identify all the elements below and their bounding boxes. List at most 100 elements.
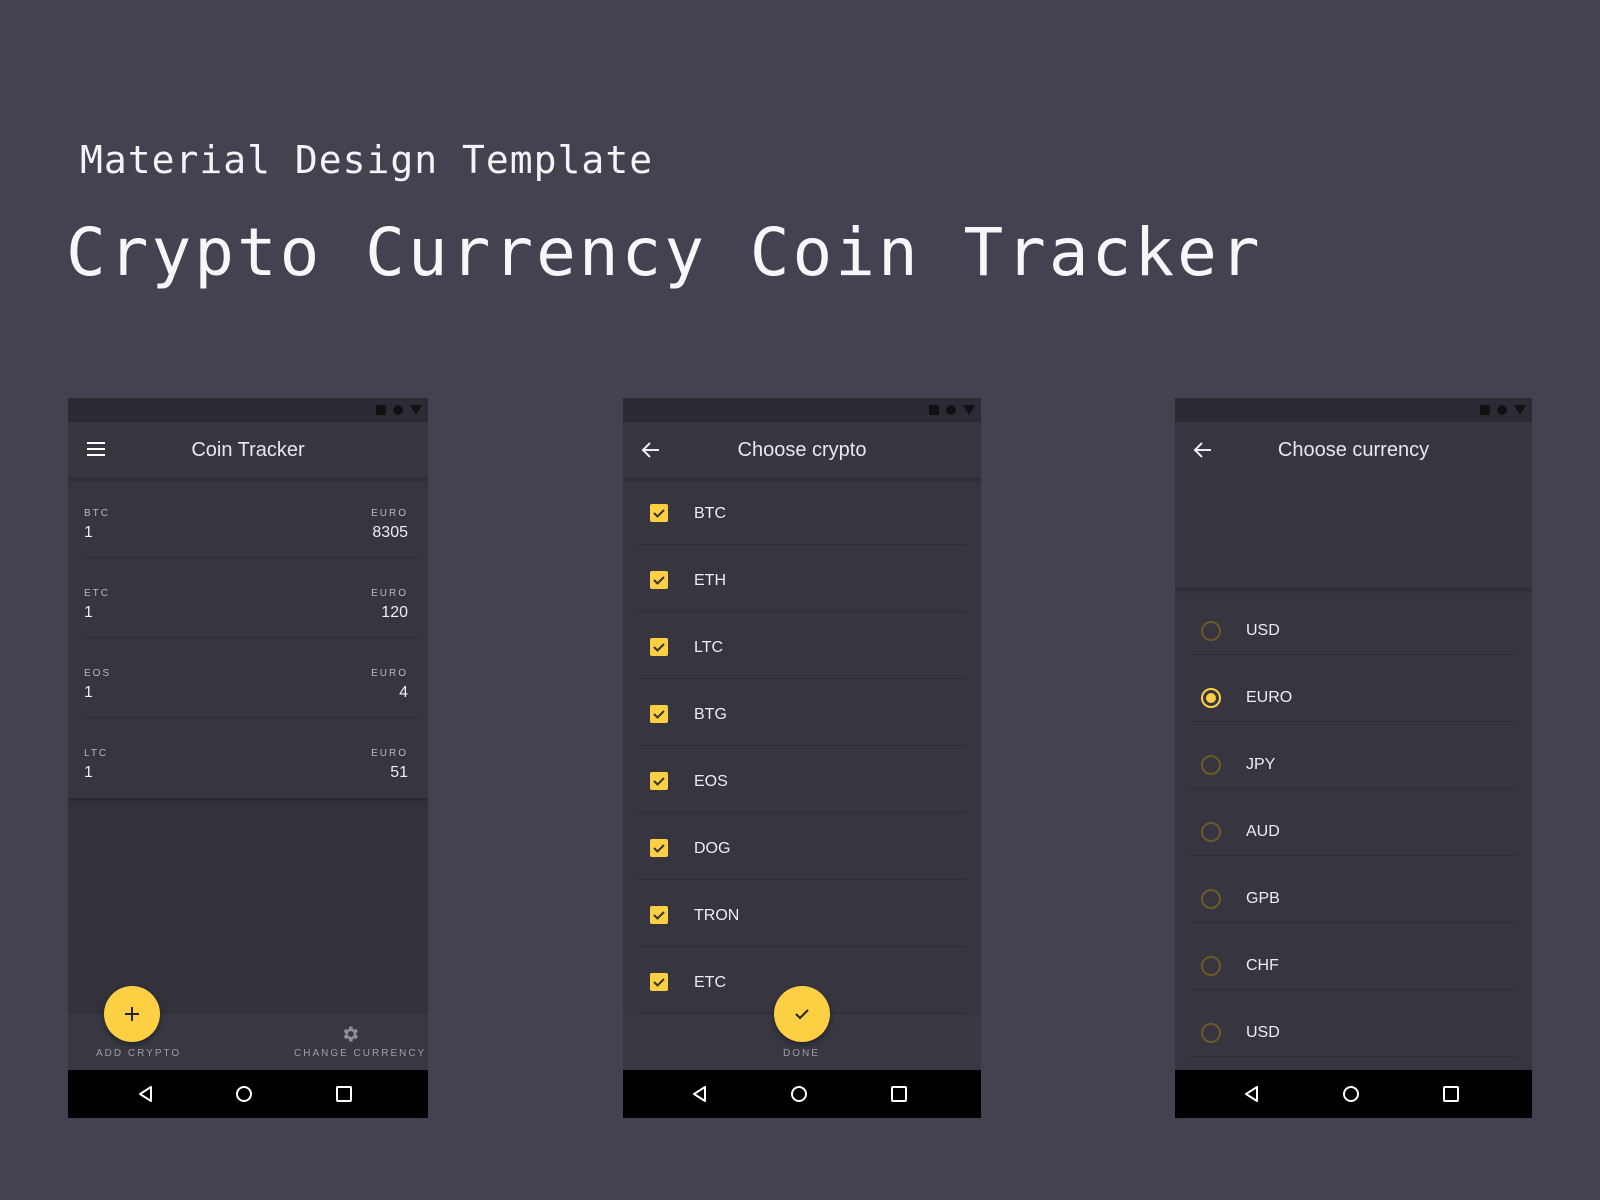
back-triangle-icon[interactable] xyxy=(690,1084,710,1104)
screen-title: Choose crypto xyxy=(737,438,867,461)
coin-list: BTC 1 EURO 8305 ETC 1 EURO 120 EOS 1 EUR… xyxy=(68,478,428,798)
add-crypto-button[interactable] xyxy=(104,986,160,1042)
radio-button[interactable] xyxy=(1201,1023,1221,1043)
crypto-label: DOG xyxy=(694,840,731,857)
crypto-list-item[interactable]: TRON xyxy=(623,880,981,947)
coin-row[interactable]: BTC 1 EURO 8305 xyxy=(68,478,428,558)
check-icon xyxy=(653,509,665,518)
recents-square-icon[interactable] xyxy=(1441,1084,1461,1104)
check-icon xyxy=(653,978,665,987)
radio-button[interactable] xyxy=(1201,688,1221,708)
radio-button[interactable] xyxy=(1201,956,1221,976)
arrow-left-icon[interactable] xyxy=(1191,438,1215,462)
crypto-list-item[interactable]: EOS xyxy=(623,746,981,813)
status-signal-icon xyxy=(1514,405,1526,415)
back-triangle-icon[interactable] xyxy=(136,1084,156,1104)
crypto-list-item[interactable]: DOG xyxy=(623,813,981,880)
coin-value: 4 xyxy=(399,684,408,701)
home-circle-icon[interactable] xyxy=(234,1084,254,1104)
coin-currency: EURO xyxy=(371,588,408,599)
checkbox[interactable] xyxy=(650,705,668,723)
crypto-label: EOS xyxy=(694,773,728,790)
app-title: Coin Tracker xyxy=(191,438,305,461)
app-bar: Coin Tracker xyxy=(68,422,428,478)
android-nav-bar xyxy=(623,1070,981,1118)
checkbox[interactable] xyxy=(650,772,668,790)
currency-list-item[interactable]: USD xyxy=(1175,588,1532,655)
change-currency-label[interactable]: CHANGE CURRENCY xyxy=(294,1048,426,1059)
status-square-icon xyxy=(929,405,939,415)
back-triangle-icon[interactable] xyxy=(1242,1084,1262,1104)
hamburger-menu-icon[interactable] xyxy=(84,438,108,462)
radio-button[interactable] xyxy=(1201,755,1221,775)
coin-quantity: 1 xyxy=(84,764,93,781)
currency-label: CHF xyxy=(1246,957,1279,974)
radio-button[interactable] xyxy=(1201,889,1221,909)
status-bar xyxy=(68,398,428,422)
crypto-label: LTC xyxy=(694,639,724,656)
home-circle-icon[interactable] xyxy=(1341,1084,1361,1104)
android-nav-bar xyxy=(68,1070,428,1118)
currency-label: USD xyxy=(1246,1024,1280,1041)
add-crypto-label[interactable]: ADD CRYPTO xyxy=(96,1048,181,1059)
currency-list-item[interactable]: EURO xyxy=(1175,655,1532,722)
currency-list-item[interactable]: AUD xyxy=(1175,789,1532,856)
currency-label: AUD xyxy=(1246,823,1280,840)
done-label[interactable]: DONE xyxy=(783,1048,820,1059)
app-bar: Choose crypto xyxy=(623,422,981,478)
home-circle-icon[interactable] xyxy=(789,1084,809,1104)
coin-symbol: LTC xyxy=(84,748,109,759)
currency-list-item[interactable]: CHF xyxy=(1175,923,1532,990)
crypto-label: TRON xyxy=(694,907,740,924)
currency-label: USD xyxy=(1246,622,1280,639)
checkbox[interactable] xyxy=(650,839,668,857)
coin-quantity: 1 xyxy=(84,684,93,701)
status-square-icon xyxy=(1480,405,1490,415)
screen-title: Choose currency xyxy=(1277,438,1430,461)
currency-label: JPY xyxy=(1246,756,1276,773)
recents-square-icon[interactable] xyxy=(889,1084,909,1104)
currency-label: GPB xyxy=(1246,890,1280,907)
currency-label: EURO xyxy=(1246,689,1293,706)
currency-list-item[interactable]: JPY xyxy=(1175,722,1532,789)
app-bar: Choose currency xyxy=(1175,422,1532,478)
check-icon xyxy=(653,710,665,719)
check-icon xyxy=(653,911,665,920)
crypto-list-item[interactable]: LTC xyxy=(623,612,981,679)
coin-value: 120 xyxy=(381,604,408,621)
gear-icon[interactable] xyxy=(340,1024,360,1044)
crypto-list-item[interactable]: BTG xyxy=(623,679,981,746)
checkbox[interactable] xyxy=(650,906,668,924)
crypto-list-item[interactable]: ETH xyxy=(623,545,981,612)
crypto-label: BTC xyxy=(694,505,726,522)
coin-currency: EURO xyxy=(371,748,408,759)
arrow-left-icon[interactable] xyxy=(639,438,663,462)
status-signal-icon xyxy=(410,405,422,415)
checkbox[interactable] xyxy=(650,973,668,991)
checkbox[interactable] xyxy=(650,571,668,589)
currency-list-item[interactable]: GPB xyxy=(1175,856,1532,923)
crypto-checklist: BTC ETH LTC BTG EOS DOG TRON ETC xyxy=(623,478,981,1014)
coin-row[interactable]: EOS 1 EURO 4 xyxy=(68,638,428,718)
crypto-list-item[interactable]: BTC xyxy=(623,478,981,545)
checkbox[interactable] xyxy=(650,504,668,522)
currency-radio-list: USD EURO JPY AUD GPB CHF USD xyxy=(1175,588,1532,1057)
currency-list-item[interactable]: USD xyxy=(1175,990,1532,1057)
status-signal-icon xyxy=(963,405,975,415)
done-button[interactable] xyxy=(774,986,830,1042)
coin-symbol: EOS xyxy=(84,668,112,679)
coin-value: 8305 xyxy=(372,524,408,541)
checkbox[interactable] xyxy=(650,638,668,656)
phone-choose-currency: Choose currency USD EURO JPY AUD GPB CHF USD xyxy=(1175,398,1532,1118)
radio-button[interactable] xyxy=(1201,822,1221,842)
coin-row[interactable]: ETC 1 EURO 120 xyxy=(68,558,428,638)
status-bar xyxy=(623,398,981,422)
header-extension xyxy=(1175,478,1532,588)
radio-button[interactable] xyxy=(1201,621,1221,641)
phone-coin-tracker: Coin Tracker BTC 1 EURO 8305 ETC 1 EURO … xyxy=(68,398,428,1118)
crypto-label: BTG xyxy=(694,706,727,723)
coin-row[interactable]: LTC 1 EURO 51 xyxy=(68,718,428,798)
crypto-label: ETC xyxy=(694,974,726,991)
check-icon xyxy=(653,643,665,652)
recents-square-icon[interactable] xyxy=(334,1084,354,1104)
